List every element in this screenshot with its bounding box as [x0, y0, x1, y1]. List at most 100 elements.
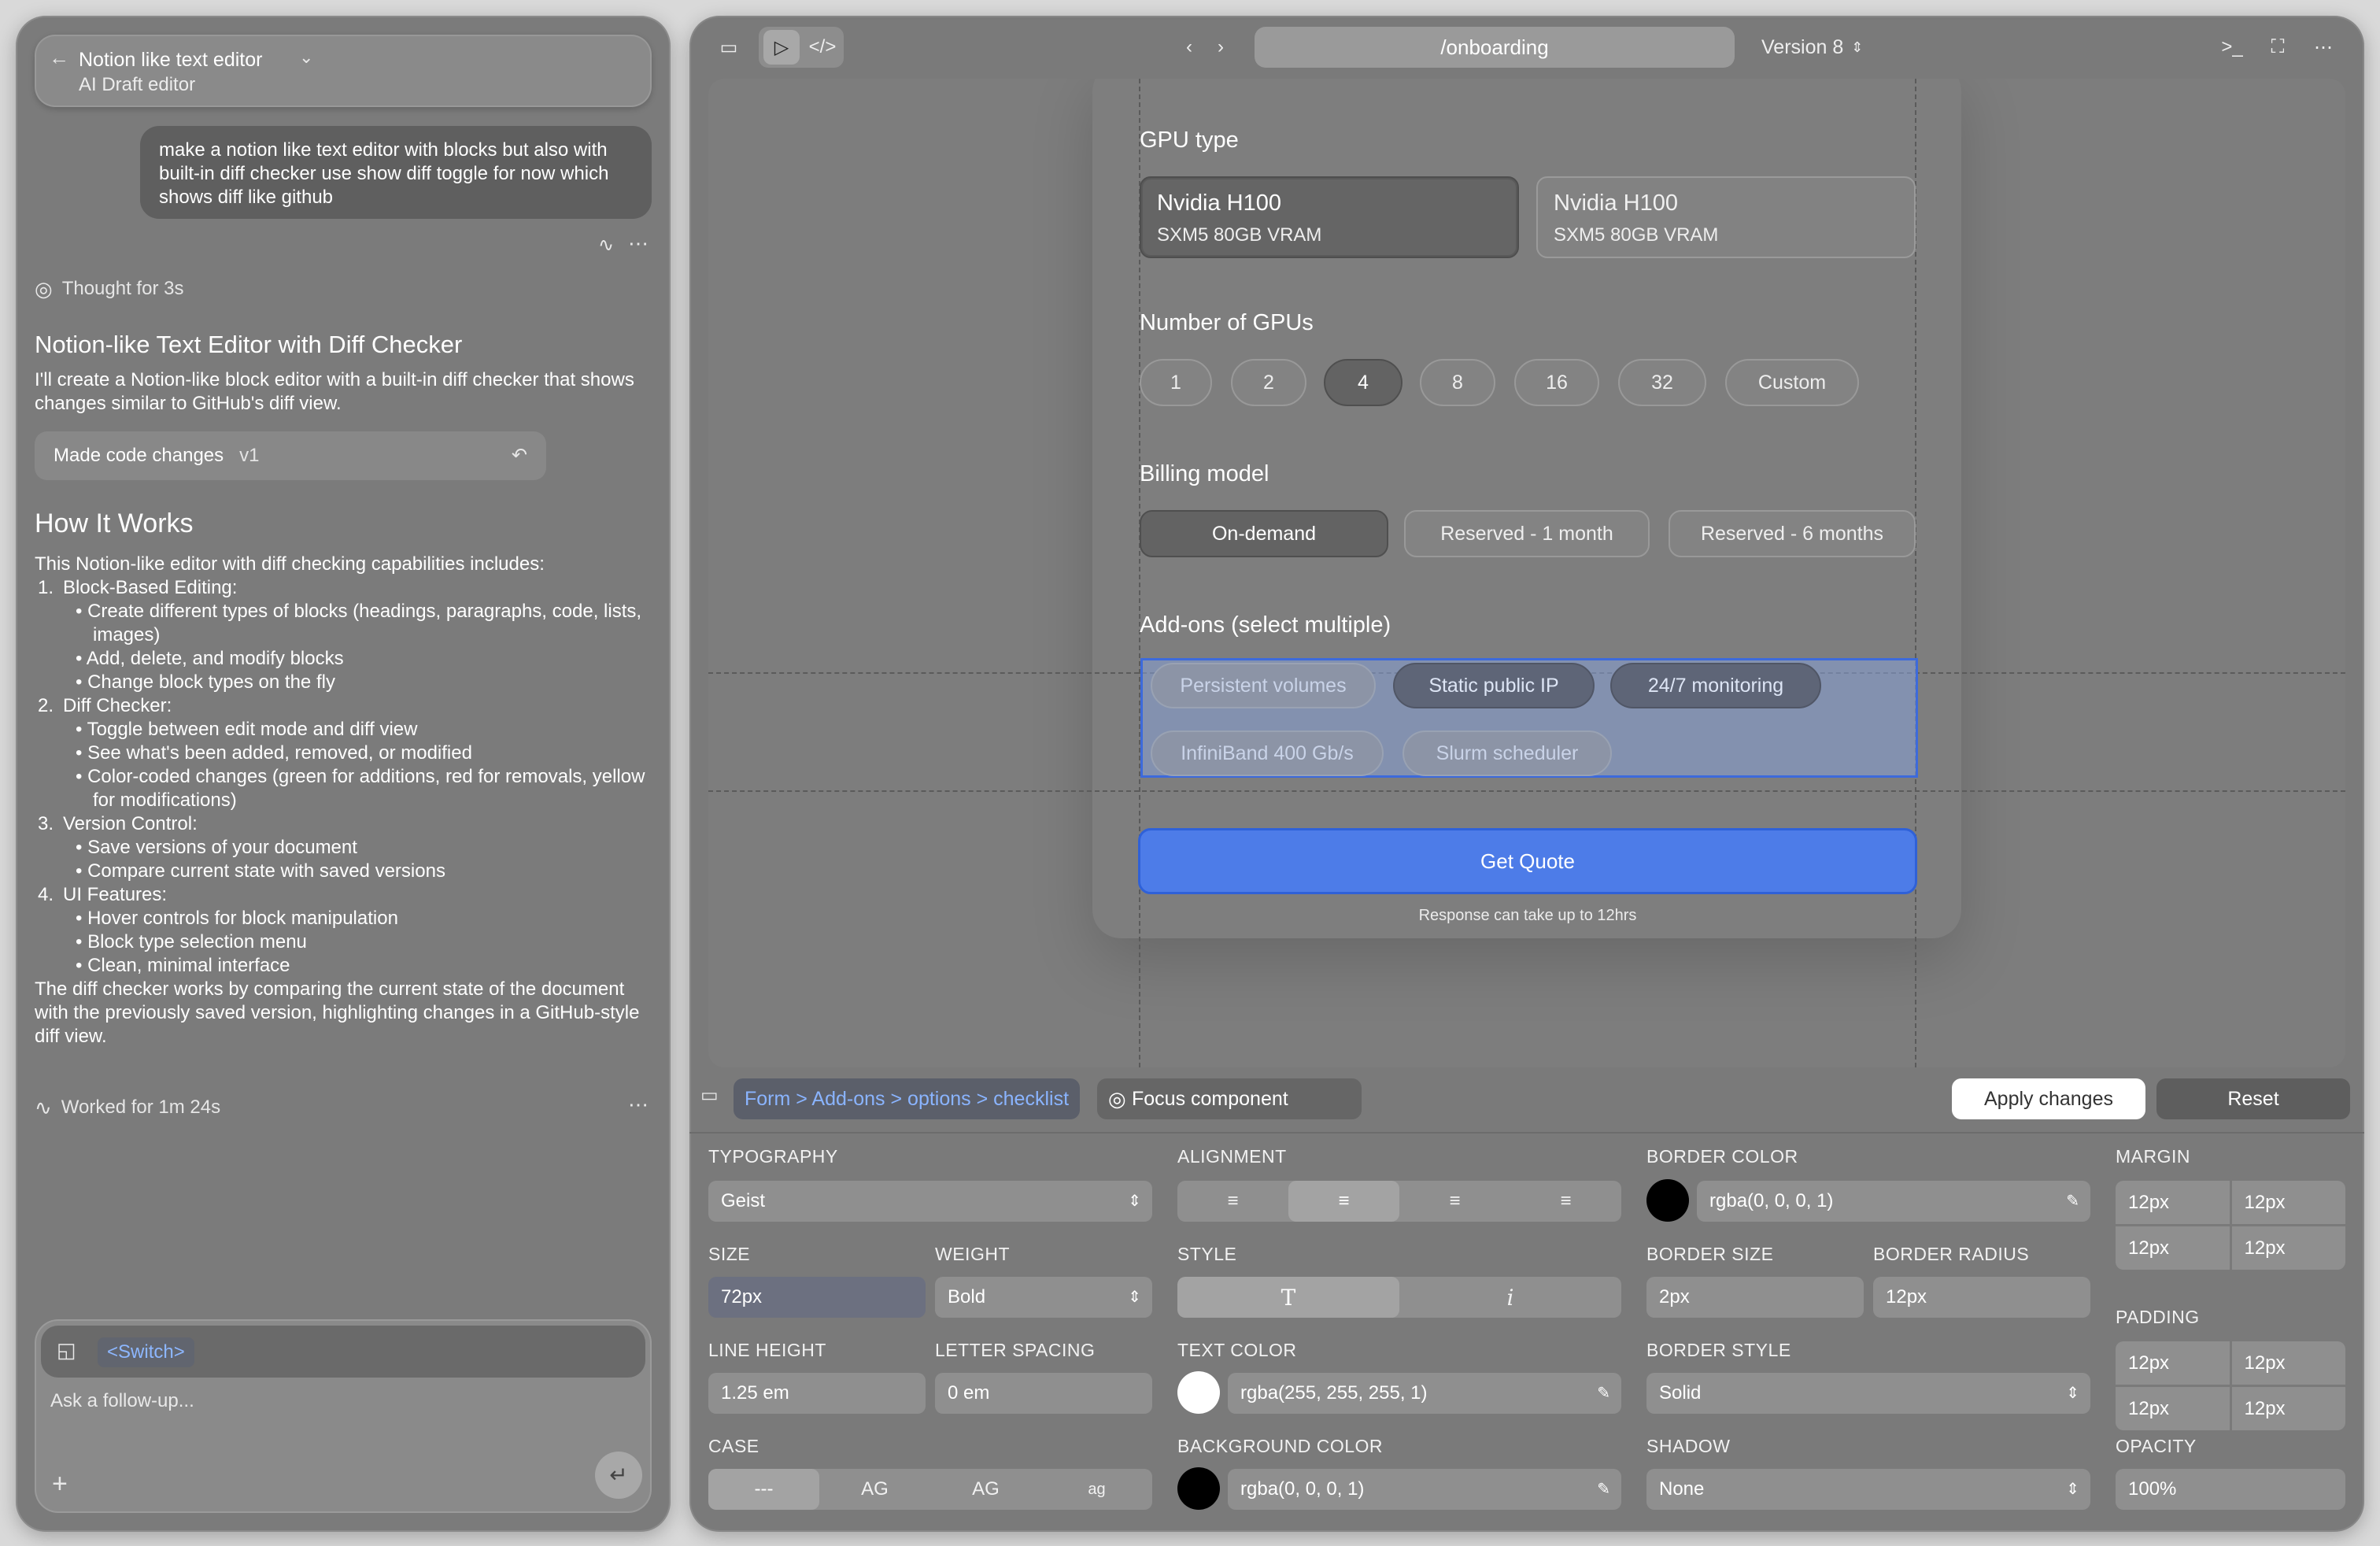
font-value: Geist: [721, 1190, 766, 1211]
padding-top-input[interactable]: 12px: [2116, 1341, 2230, 1385]
addon-option[interactable]: Static public IP: [1393, 663, 1595, 708]
project-title: Notion like text editor: [79, 49, 263, 71]
context-tag[interactable]: <Switch>: [98, 1337, 194, 1367]
letter-spacing-input[interactable]: 0 em: [935, 1373, 1152, 1414]
send-icon[interactable]: ↵: [595, 1452, 642, 1499]
case-none[interactable]: ---: [708, 1469, 819, 1510]
gpu-count-option[interactable]: 16: [1514, 359, 1599, 406]
align-left-icon[interactable]: ≡: [1177, 1181, 1288, 1222]
case-capitalize[interactable]: AG: [930, 1469, 1041, 1510]
gpu-option[interactable]: Nvidia H100 SXM5 80GB VRAM: [1140, 176, 1519, 258]
followup-input[interactable]: Ask a follow-up...: [50, 1390, 194, 1412]
nav-back-icon[interactable]: ‹: [1177, 30, 1201, 65]
code-changes-chip[interactable]: Made code changes v1 ↶: [35, 431, 546, 480]
gpu-count-option[interactable]: 8: [1420, 359, 1495, 406]
padding-left-input[interactable]: 12px: [2231, 1387, 2345, 1430]
line-height-input[interactable]: 1.25 em: [708, 1373, 926, 1414]
margin-left-input[interactable]: 12px: [2231, 1226, 2345, 1270]
style-italic[interactable]: i: [1399, 1277, 1621, 1318]
gpu-count-option[interactable]: 32: [1618, 359, 1706, 406]
text-color-input[interactable]: rgba(255, 255, 255, 1) ✎: [1228, 1373, 1621, 1414]
get-quote-button[interactable]: Get Quote: [1138, 828, 1917, 894]
margin-right-input[interactable]: 12px: [2231, 1181, 2345, 1224]
undo-icon[interactable]: ↶: [512, 446, 527, 465]
divider: [689, 1132, 2364, 1134]
shadow-select[interactable]: None ⇕: [1646, 1469, 2090, 1510]
eyedropper-icon[interactable]: ✎: [1597, 1373, 1610, 1414]
thought-row[interactable]: ◎ Thought for 3s: [35, 277, 183, 301]
billing-option[interactable]: Reserved - 1 month: [1404, 510, 1650, 557]
chevron-down-icon[interactable]: ⌄: [299, 49, 313, 66]
case-label: CASE: [708, 1436, 759, 1456]
brain-icon: ◎: [35, 277, 53, 301]
bullet-icon: •: [76, 955, 88, 976]
case-lower[interactable]: ag: [1041, 1469, 1152, 1510]
project-header[interactable]: ← Notion like text editor ⌄ AI Draft edi…: [35, 35, 652, 107]
addon-option[interactable]: InfiniBand 400 Gb/s: [1151, 730, 1384, 776]
gpu-count-option[interactable]: 2: [1231, 359, 1306, 406]
more-icon[interactable]: ⋯: [2308, 30, 2339, 65]
case-upper[interactable]: AG: [819, 1469, 930, 1510]
version-selector[interactable]: Version 8 ⇕: [1761, 30, 1879, 65]
gpu-count-option[interactable]: 1: [1140, 359, 1212, 406]
bg-color-swatch[interactable]: [1177, 1467, 1220, 1510]
response-note: Response can take up to 12hrs: [1418, 907, 1637, 924]
list-bullet: • See what's been added, removed, or mod…: [35, 742, 664, 765]
addon-option[interactable]: Persistent volumes: [1151, 663, 1376, 708]
back-arrow-icon[interactable]: ←: [49, 47, 69, 68]
fullscreen-icon[interactable]: ⛶: [2262, 30, 2293, 65]
plus-icon[interactable]: +: [52, 1470, 68, 1497]
style-normal[interactable]: T: [1177, 1277, 1399, 1318]
activity-icon[interactable]: ∿: [598, 236, 614, 255]
gpu-count-option[interactable]: 4: [1324, 359, 1402, 406]
sidebar-toggle-icon[interactable]: ▭: [713, 30, 745, 65]
bg-color-input[interactable]: rgba(0, 0, 0, 1) ✎: [1228, 1469, 1621, 1510]
billing-option[interactable]: On-demand: [1140, 510, 1388, 557]
response-heading: Notion-like Text Editor with Diff Checke…: [35, 331, 463, 358]
margin-top-input[interactable]: 12px: [2116, 1181, 2230, 1224]
updown-chevron-icon: ⇕: [1851, 39, 1864, 55]
billing-option[interactable]: Reserved - 6 months: [1669, 510, 1916, 557]
eyedropper-icon[interactable]: ✎: [2066, 1181, 2079, 1222]
border-radius-input[interactable]: 12px: [1873, 1277, 2090, 1318]
breadcrumb[interactable]: Form > Add-ons > options > checklist: [734, 1078, 1081, 1119]
opacity-input[interactable]: 100%: [2116, 1469, 2345, 1510]
list-item-number: 4.: [38, 884, 54, 905]
text-color-swatch[interactable]: [1177, 1371, 1220, 1414]
align-center-icon[interactable]: ≡: [1288, 1181, 1399, 1222]
code-icon[interactable]: </>: [804, 30, 841, 65]
weight-select[interactable]: Bold ⇕: [935, 1277, 1152, 1318]
focus-component-button[interactable]: ◎ Focus component: [1097, 1078, 1362, 1119]
addon-option[interactable]: 24/7 monitoring: [1610, 663, 1821, 708]
worked-row[interactable]: ∿ Worked for 1m 24s: [35, 1096, 220, 1119]
border-color-swatch[interactable]: [1646, 1179, 1689, 1222]
size-input[interactable]: 72px: [708, 1277, 926, 1318]
margin-bottom-input[interactable]: 12px: [2116, 1226, 2230, 1270]
terminal-icon[interactable]: >_: [2216, 30, 2248, 65]
list-bullet: • Hover controls for block manipulation: [35, 907, 664, 930]
gpu-option-spec: SXM5 80GB VRAM: [1157, 224, 1322, 246]
bullet-icon: •: [76, 671, 88, 693]
nav-forward-icon[interactable]: ›: [1209, 30, 1232, 65]
list-bullet-text: Color-coded changes (green for additions…: [87, 766, 645, 811]
addon-option[interactable]: Slurm scheduler: [1402, 730, 1612, 776]
more-icon[interactable]: ⋯: [628, 233, 649, 253]
padding-bottom-input[interactable]: 12px: [2116, 1387, 2230, 1430]
reset-button[interactable]: Reset: [2156, 1078, 2350, 1119]
gpu-count-option[interactable]: Custom: [1725, 359, 1859, 406]
gpu-option[interactable]: Nvidia H100 SXM5 80GB VRAM: [1536, 176, 1916, 258]
eyedropper-icon[interactable]: ✎: [1597, 1469, 1610, 1510]
border-size-input[interactable]: 2px: [1646, 1277, 1864, 1318]
border-color-input[interactable]: rgba(0, 0, 0, 1) ✎: [1697, 1181, 2090, 1222]
padding-right-input[interactable]: 12px: [2231, 1341, 2345, 1385]
align-justify-icon[interactable]: ≡: [1510, 1181, 1621, 1222]
font-select[interactable]: Geist ⇕: [708, 1181, 1152, 1222]
play-icon[interactable]: ▷: [763, 30, 800, 65]
align-right-icon[interactable]: ≡: [1399, 1181, 1510, 1222]
guide-line: [708, 790, 2345, 792]
more-icon[interactable]: ⋯: [628, 1094, 649, 1115]
apply-changes-button[interactable]: Apply changes: [1952, 1078, 2145, 1119]
thought-label: Thought for 3s: [61, 278, 184, 299]
url-bar[interactable]: /onboarding: [1255, 27, 1735, 68]
border-style-select[interactable]: Solid ⇕: [1646, 1373, 2090, 1414]
